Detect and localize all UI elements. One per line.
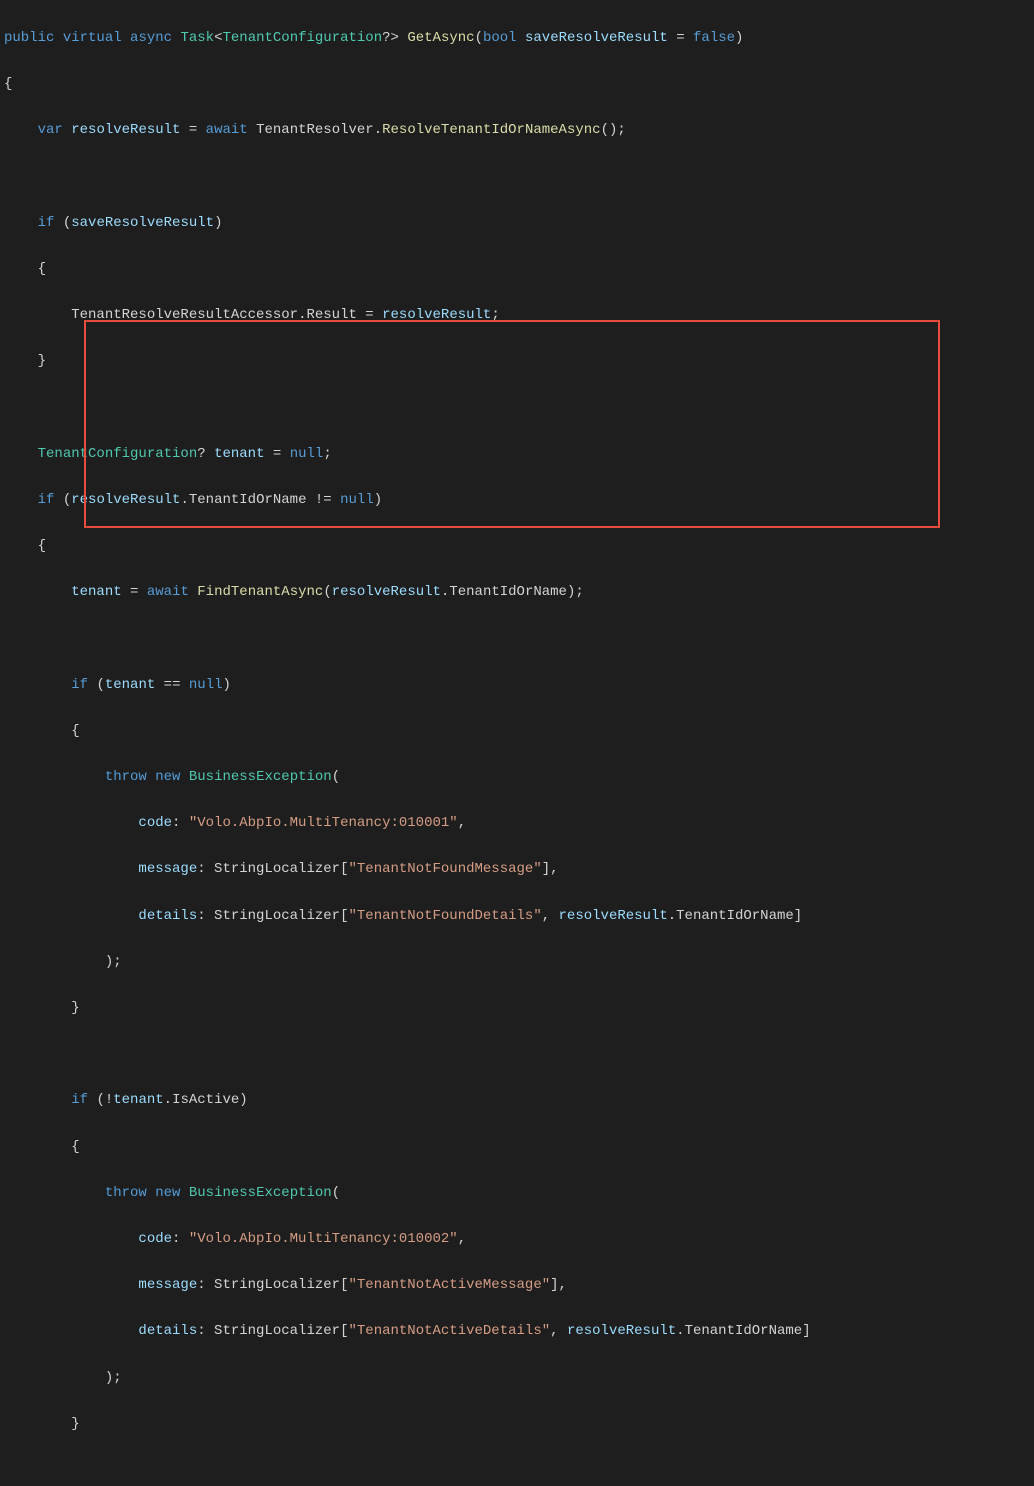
code-line: code: "Volo.AbpIo.MultiTenancy:010002", xyxy=(4,1228,1034,1251)
string: "Volo.AbpIo.MultiTenancy:010001" xyxy=(189,815,458,831)
prop: TenantIdOrName xyxy=(189,492,307,508)
var: resolveResult xyxy=(559,908,668,924)
string: "TenantNotActiveMessage" xyxy=(348,1277,550,1293)
code-line xyxy=(4,628,1034,651)
type: TenantConfiguration xyxy=(222,30,382,46)
prop: TenantIdOrName xyxy=(449,584,567,600)
param: details xyxy=(138,908,197,924)
kw: if xyxy=(71,677,88,693)
obj: StringLocalizer xyxy=(214,1323,340,1339)
code-line: public virtual async Task<TenantConfigur… xyxy=(4,27,1034,50)
code-line: { xyxy=(4,1136,1034,1159)
obj: TenantResolveResultAccessor xyxy=(71,307,298,323)
code-line: { xyxy=(4,258,1034,281)
code-line: TenantResolveResultAccessor.Result = res… xyxy=(4,304,1034,327)
kw: throw xyxy=(105,1185,147,1201)
obj: TenantResolver xyxy=(256,122,374,138)
prop: Result xyxy=(306,307,356,323)
code-line: } xyxy=(4,1413,1034,1436)
code-line xyxy=(4,166,1034,189)
kw: public xyxy=(4,30,54,46)
code-line: if (resolveResult.TenantIdOrName != null… xyxy=(4,489,1034,512)
kw: if xyxy=(38,215,55,231)
type: Task xyxy=(180,30,214,46)
code-line: throw new BusinessException( xyxy=(4,1182,1034,1205)
code-line: details: StringLocalizer["TenantNotFound… xyxy=(4,905,1034,928)
kw: throw xyxy=(105,769,147,785)
var: tenant xyxy=(71,584,121,600)
string: "TenantNotFoundDetails" xyxy=(348,908,541,924)
kw: null xyxy=(290,446,324,462)
code-line: ); xyxy=(4,951,1034,974)
var: tenant xyxy=(113,1092,163,1108)
code-line xyxy=(4,1043,1034,1066)
code-line: throw new BusinessException( xyxy=(4,766,1034,789)
kw: virtual xyxy=(63,30,122,46)
code-line: if (saveResolveResult) xyxy=(4,212,1034,235)
kw: null xyxy=(340,492,374,508)
code-line: { xyxy=(4,73,1034,96)
kw: new xyxy=(155,769,180,785)
kw: bool xyxy=(483,30,517,46)
code-line xyxy=(4,397,1034,420)
var: resolveResult xyxy=(567,1323,676,1339)
code-editor: public virtual async Task<TenantConfigur… xyxy=(0,0,1034,1486)
kw: if xyxy=(38,492,55,508)
obj: StringLocalizer xyxy=(214,1277,340,1293)
var: tenant xyxy=(214,446,264,462)
var: tenant xyxy=(105,677,155,693)
var: resolveResult xyxy=(382,307,491,323)
type: BusinessException xyxy=(189,1185,332,1201)
kw: await xyxy=(147,584,189,600)
string: "TenantNotActiveDetails" xyxy=(348,1323,550,1339)
param: code xyxy=(138,1231,172,1247)
param: message xyxy=(138,1277,197,1293)
var: resolveResult xyxy=(332,584,441,600)
type: BusinessException xyxy=(189,769,332,785)
code-line: } xyxy=(4,997,1034,1020)
param: code xyxy=(138,815,172,831)
code-line: code: "Volo.AbpIo.MultiTenancy:010001", xyxy=(4,812,1034,835)
obj: StringLocalizer xyxy=(214,908,340,924)
obj: StringLocalizer xyxy=(214,861,340,877)
param: saveResolveResult xyxy=(525,30,668,46)
kw: new xyxy=(155,1185,180,1201)
string: "TenantNotFoundMessage" xyxy=(348,861,541,877)
method-name: GetAsync xyxy=(407,30,474,46)
kw: false xyxy=(693,30,735,46)
prop: IsActive xyxy=(172,1092,239,1108)
code-line: if (!tenant.IsActive) xyxy=(4,1089,1034,1112)
code-line: { xyxy=(4,720,1034,743)
code-line: } xyxy=(4,350,1034,373)
kw: null xyxy=(189,677,223,693)
prop: TenantIdOrName xyxy=(676,908,794,924)
kw: if xyxy=(71,1092,88,1108)
code-line: if (tenant == null) xyxy=(4,674,1034,697)
code-line: tenant = await FindTenantAsync(resolveRe… xyxy=(4,581,1034,604)
var: resolveResult xyxy=(71,492,180,508)
code-line: { xyxy=(4,535,1034,558)
var: saveResolveResult xyxy=(71,215,214,231)
method: ResolveTenantIdOrNameAsync xyxy=(382,122,600,138)
code-line: TenantConfiguration? tenant = null; xyxy=(4,443,1034,466)
param: details xyxy=(138,1323,197,1339)
prop: TenantIdOrName xyxy=(685,1323,803,1339)
code-line: message: StringLocalizer["TenantNotFound… xyxy=(4,858,1034,881)
kw: var xyxy=(38,122,63,138)
code-line: details: StringLocalizer["TenantNotActiv… xyxy=(4,1320,1034,1343)
kw: async xyxy=(130,30,172,46)
string: "Volo.AbpIo.MultiTenancy:010002" xyxy=(189,1231,458,1247)
code-line: message: StringLocalizer["TenantNotActiv… xyxy=(4,1274,1034,1297)
code-line: var resolveResult = await TenantResolver… xyxy=(4,119,1034,142)
code-line: ); xyxy=(4,1367,1034,1390)
type: TenantConfiguration xyxy=(38,446,198,462)
kw: await xyxy=(206,122,248,138)
param: message xyxy=(138,861,197,877)
var: resolveResult xyxy=(71,122,180,138)
method: FindTenantAsync xyxy=(197,584,323,600)
